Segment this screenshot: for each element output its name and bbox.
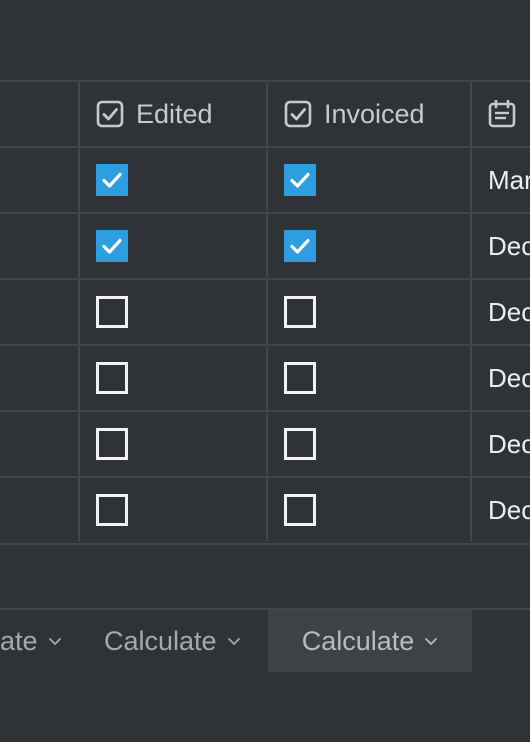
calculate-label: ate	[0, 625, 38, 656]
edited-checkbox[interactable]	[96, 164, 128, 196]
table-row-invoiced-cell	[284, 346, 316, 410]
column-divider	[266, 82, 268, 542]
checkbox-field-icon	[96, 100, 124, 128]
table-row-date-cell[interactable]: Dec	[488, 478, 530, 542]
table-row-invoiced-cell	[284, 412, 316, 476]
calculate-label: Calculate	[301, 625, 415, 656]
checkmark-icon	[290, 238, 310, 254]
table-row-edited-cell	[96, 478, 128, 542]
table-row-date-cell[interactable]: Dec	[488, 214, 530, 278]
invoiced-checkbox[interactable]	[284, 164, 316, 196]
invoiced-checkbox[interactable]	[284, 230, 316, 262]
column-header-edited[interactable]: Edited	[96, 82, 213, 146]
checkbox-field-icon	[284, 100, 312, 128]
column-divider	[78, 82, 80, 542]
edited-checkbox[interactable]	[96, 428, 128, 460]
table-row-invoiced-cell	[284, 214, 316, 278]
table-row-edited-cell	[96, 214, 128, 278]
date-value: Dec	[488, 362, 530, 393]
invoiced-checkbox[interactable]	[284, 296, 316, 328]
table-row-invoiced-cell	[284, 148, 316, 212]
edited-checkbox[interactable]	[96, 230, 128, 262]
checkmark-icon	[102, 172, 122, 188]
calendar-icon	[488, 100, 516, 128]
date-value: Dec	[488, 494, 530, 525]
date-value: Dec	[488, 296, 530, 327]
edited-checkbox[interactable]	[96, 494, 128, 526]
edited-checkbox[interactable]	[96, 362, 128, 394]
chevron-down-icon	[48, 638, 61, 645]
calculate-label: Calculate	[104, 625, 217, 656]
table-row-invoiced-cell	[284, 280, 316, 344]
invoiced-checkbox[interactable]	[284, 362, 316, 394]
table-row-edited-cell	[96, 148, 128, 212]
table-row-invoiced-cell	[284, 478, 316, 542]
date-value: Dec	[488, 230, 530, 261]
column-header-label: Invoiced	[324, 98, 425, 129]
table-row-edited-cell	[96, 346, 128, 410]
calculate-dropdown-invoiced[interactable]: Calculate	[268, 610, 472, 672]
chevron-down-icon	[425, 638, 438, 645]
column-header-invoiced[interactable]: Invoiced	[284, 82, 425, 146]
date-value: Mar	[488, 164, 530, 195]
chevron-down-icon	[227, 638, 240, 645]
edited-checkbox[interactable]	[96, 296, 128, 328]
table-bottom-border	[0, 543, 530, 545]
table-row-edited-cell	[96, 280, 128, 344]
column-header-label: Edited	[136, 98, 213, 129]
checkmark-icon	[102, 238, 122, 254]
column-divider	[470, 82, 472, 542]
table-row-date-cell[interactable]: Dec	[488, 412, 530, 476]
table-row-date-cell[interactable]: Dec	[488, 346, 530, 410]
invoiced-checkbox[interactable]	[284, 494, 316, 526]
date-value: Dec	[488, 428, 530, 459]
table-row-edited-cell	[96, 412, 128, 476]
checkmark-icon	[290, 172, 310, 188]
calculate-dropdown-left[interactable]: ate	[0, 610, 70, 672]
table-row-date-cell[interactable]: Dec	[488, 280, 530, 344]
invoiced-checkbox[interactable]	[284, 428, 316, 460]
calculate-dropdown-edited[interactable]: Calculate	[104, 610, 241, 672]
table-row-date-cell[interactable]: Mar	[488, 148, 530, 212]
column-header-date[interactable]	[488, 82, 528, 146]
